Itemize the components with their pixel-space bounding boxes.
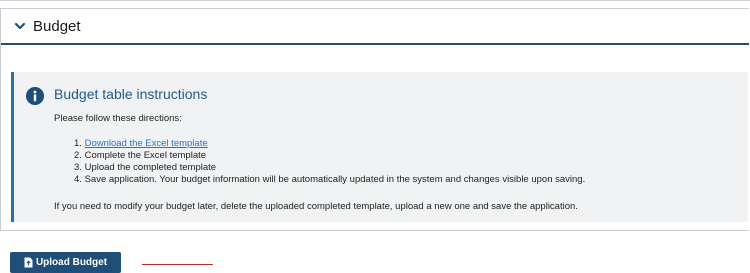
upload-budget-label: Upload Budget (35, 257, 108, 268)
chevron-down-icon[interactable] (14, 20, 26, 32)
step-text: Upload the completed template (84, 162, 217, 173)
step-text: Save application. Your budget informatio… (84, 174, 586, 185)
step-number: 4. (74, 174, 82, 185)
step-number: 2. (74, 150, 82, 161)
step-item: 3. Upload the completed template (74, 162, 585, 174)
step-text: Complete the Excel template (84, 150, 207, 161)
step-number: 3. (74, 162, 82, 173)
step-item: 4. Save application. Your budget informa… (74, 174, 585, 186)
upload-budget-button[interactable]: Upload Budget (10, 252, 121, 273)
info-circle-icon (26, 87, 44, 105)
page: Budget Budget table instructions Please … (0, 0, 750, 273)
budget-panel-header[interactable]: Budget (1, 9, 749, 45)
instructions-box: Budget table instructions Please follow … (11, 72, 748, 222)
download-template-link[interactable]: Download the Excel template (85, 138, 208, 149)
instructions-title: Budget table instructions (54, 86, 208, 102)
top-divider (0, 0, 750, 1)
step-item: 2. Complete the Excel template (74, 150, 585, 162)
instructions-intro: Please follow these directions: (54, 113, 182, 124)
file-upload-icon (24, 257, 33, 268)
step-number: 1. (74, 138, 82, 149)
instructions-steps: 1. Download the Excel template 2. Comple… (74, 138, 585, 186)
budget-panel-title: Budget (33, 17, 81, 35)
instructions-footer: If you need to modify your budget later,… (54, 201, 578, 212)
budget-panel: Budget Budget table instructions Please … (0, 8, 749, 231)
step-item: 1. Download the Excel template (74, 138, 585, 150)
red-underline-mark (142, 264, 213, 265)
